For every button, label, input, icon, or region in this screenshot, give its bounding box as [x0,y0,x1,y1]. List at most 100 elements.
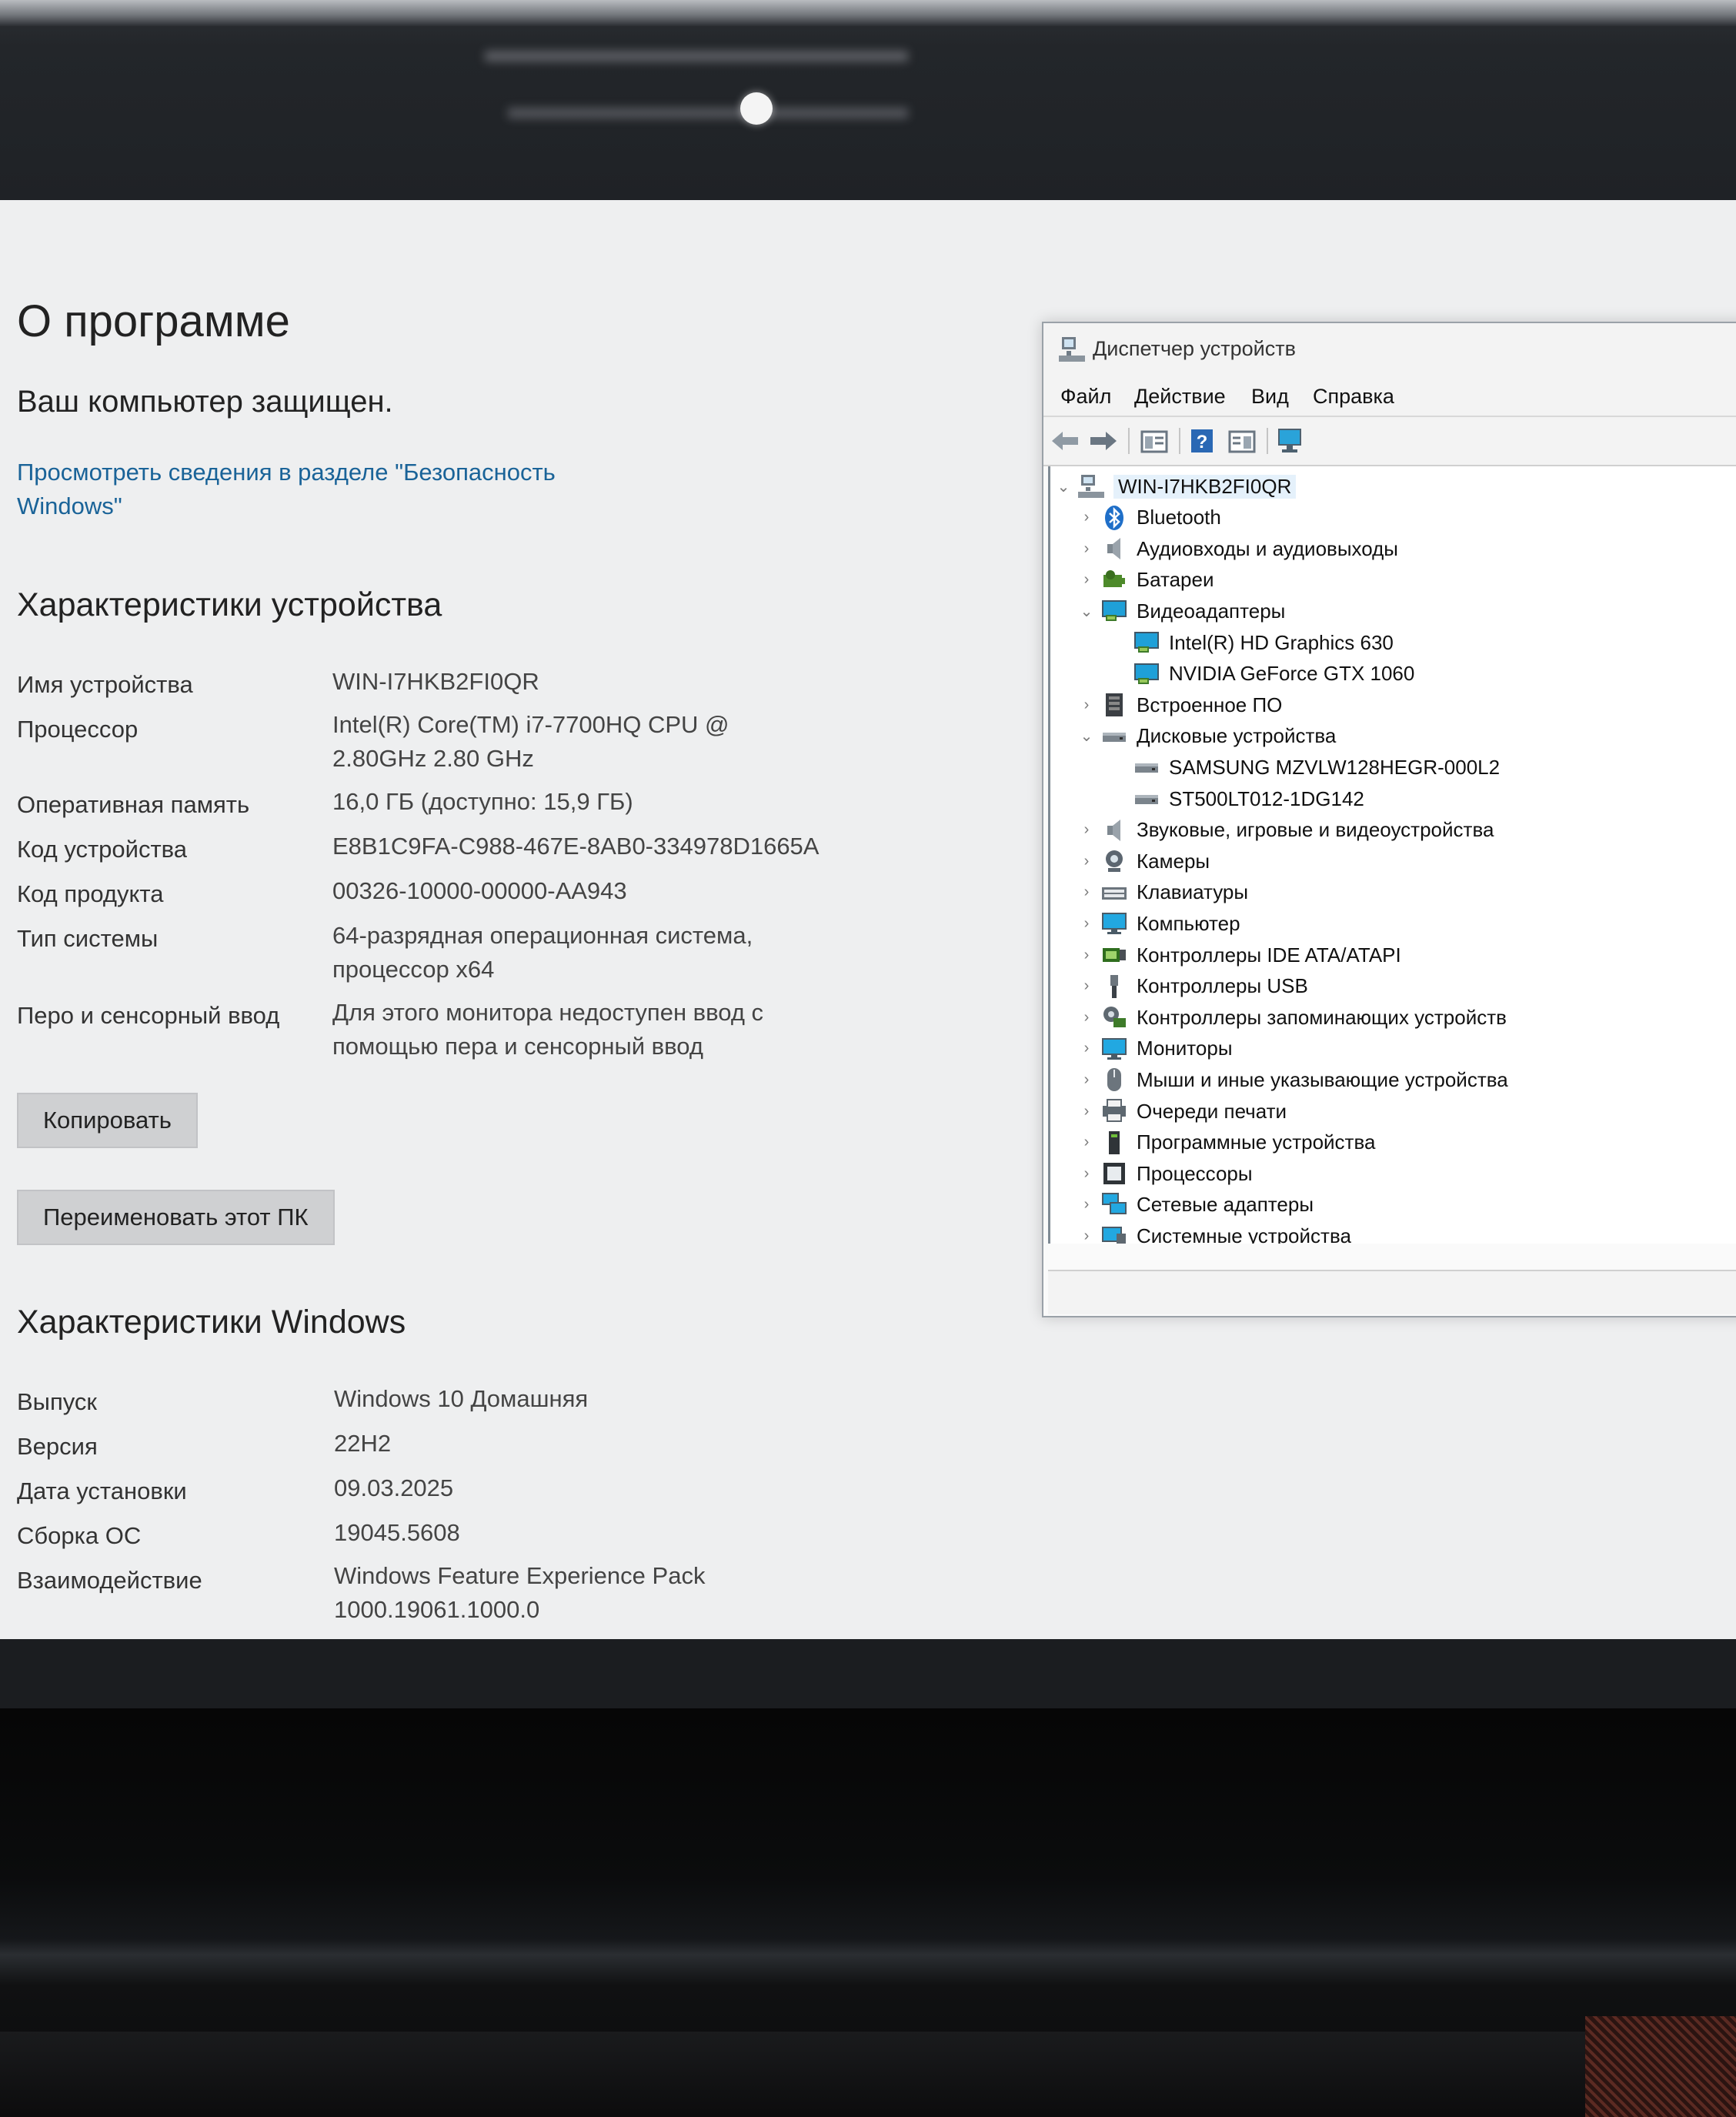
tree-category[interactable]: › Процессоры [1077,1158,1253,1189]
chevron-right-icon[interactable]: › [1077,821,1097,839]
menu-action[interactable]: Действие [1134,385,1226,409]
tree-category[interactable]: › Звуковые, игровые и видеоустройства [1077,815,1494,846]
tree-item-label: Мониторы [1137,1037,1233,1060]
laptop-vent [1585,2016,1736,2117]
chevron-right-icon[interactable]: › [1077,1040,1097,1057]
tree-item-label: Сетевые адаптеры [1137,1193,1314,1217]
tree-category[interactable]: › Контроллеры запоминающих устройств [1077,1002,1507,1033]
tree-item-label: NVIDIA GeForce GTX 1060 [1169,662,1415,686]
tree-category[interactable]: › Мыши и иные указывающие устройства [1077,1064,1508,1095]
chevron-right-icon[interactable]: › [1077,1134,1097,1151]
win-value-build: 19045.5608 [334,1519,460,1546]
tree-item-label: Очереди печати [1137,1099,1287,1123]
display-adapter-icon [1133,661,1160,687]
chevron-down-icon[interactable]: ⌄ [1077,602,1097,621]
disk-icon [1101,723,1127,750]
tree-category[interactable]: › Bluetooth [1077,503,1221,533]
tree-device[interactable]: NVIDIA GeForce GTX 1060 [1109,659,1414,690]
update-driver-icon[interactable] [1227,426,1257,456]
laptop-lid-edge [0,0,1736,26]
device-manager-window[interactable]: Диспетчер устройств Файл Действие Вид Сп… [1042,322,1736,1317]
tree-device[interactable]: Intel(R) HD Graphics 630 [1109,627,1394,658]
chevron-right-icon[interactable]: › [1077,1196,1097,1214]
chevron-down-icon[interactable]: ⌄ [1077,726,1097,746]
tree-item-label: Процессоры [1137,1161,1253,1185]
tree-category[interactable]: › Сетевые адаптеры [1077,1190,1314,1220]
chevron-right-icon[interactable]: › [1077,696,1097,714]
help-icon[interactable]: ? [1187,426,1217,456]
security-details-link[interactable]: Просмотреть сведения в разделе "Безопасн… [17,456,617,523]
spec-label-ram: Оперативная память [17,791,250,818]
copy-button[interactable]: Копировать [17,1093,198,1148]
tree-device[interactable]: SAMSUNG MZVLW128HEGR-000L2 [1109,752,1500,783]
chevron-right-icon[interactable]: › [1077,571,1097,589]
tree-item-label: Системные устройства [1137,1224,1351,1244]
title-bar[interactable]: Диспетчер устройств [1043,323,1736,377]
spec-value-ram: 16,0 ГБ (доступно: 15,9 ГБ) [332,788,633,815]
win-value-version: 22H2 [334,1430,392,1457]
win-label-experience: Взаимодействие [17,1567,202,1594]
tree-category[interactable]: › Камеры [1077,846,1210,877]
chevron-right-icon[interactable]: › [1077,1103,1097,1120]
scan-hardware-icon[interactable] [1276,426,1307,456]
toolbar: ? [1043,417,1736,466]
tree-item-label: Компьютер [1137,911,1240,935]
tree-item-label: Дисковые устройства [1137,724,1337,748]
tree-item-label: Программные устройства [1137,1130,1376,1154]
properties-icon[interactable] [1139,426,1170,456]
tree-category[interactable]: ⌄ Дисковые устройства [1077,721,1337,752]
menu-help[interactable]: Справка [1313,385,1394,409]
back-arrow-icon[interactable] [1050,426,1080,456]
tree-category[interactable]: › Очереди печати [1077,1096,1287,1127]
tree-category[interactable]: › Клавиатуры [1077,877,1248,908]
tree-item-label: SAMSUNG MZVLW128HEGR-000L2 [1169,755,1501,779]
tree-category[interactable]: › Компьютер [1077,908,1240,939]
tree-category[interactable]: › Батареи [1077,565,1214,596]
chevron-right-icon[interactable]: › [1077,853,1097,870]
security-status-text: Ваш компьютер защищен. [17,385,393,419]
chevron-down-icon[interactable]: ⌄ [1053,477,1073,496]
chevron-right-icon[interactable]: › [1077,1009,1097,1027]
chevron-right-icon[interactable]: › [1077,915,1097,933]
chevron-right-icon[interactable]: › [1077,1165,1097,1183]
chevron-right-icon[interactable]: › [1077,509,1097,526]
monitor-icon [1101,1036,1127,1062]
tree-category[interactable]: ⌄ Видеоадаптеры [1077,596,1286,626]
tree-item-label: Bluetooth [1137,506,1221,529]
menu-file[interactable]: Файл [1060,385,1111,409]
tree-category[interactable]: › Аудиовходы и аудиовыходы [1077,533,1398,564]
tree-root-computer[interactable]: ⌄ WIN-I7HKB2FI0QR [1053,471,1297,502]
tree-category[interactable]: › Мониторы [1077,1033,1233,1064]
screen: О программе Ваш компьютер защищен. Просм… [0,200,1736,1639]
tree-item-label: ST500LT012-1DG142 [1169,786,1364,810]
tree-category[interactable]: › Контроллеры USB [1077,971,1308,1002]
software-device-icon [1101,1130,1127,1156]
tree-category[interactable]: › Контроллеры IDE ATA/ATAPI [1077,940,1401,970]
device-manager-icon [1059,337,1085,362]
device-specs-heading: Характеристики устройства [17,586,442,623]
chevron-right-icon[interactable]: › [1077,1227,1097,1244]
chevron-right-icon[interactable]: › [1077,540,1097,558]
device-tree[interactable]: ⌄ WIN-I7HKB2FI0QR › Bluetooth › Аудиовходы и … [1048,466,1736,1244]
tree-item-label: Аудиовходы и аудиовыходы [1137,536,1398,560]
tree-category[interactable]: › Встроенное ПО [1077,690,1282,720]
window-title: Диспетчер устройств [1093,337,1296,360]
chevron-right-icon[interactable]: › [1077,947,1097,964]
screen-glare [485,51,908,62]
rename-pc-button[interactable]: Переименовать этот ПК [17,1190,335,1245]
tree-item-label: Intel(R) HD Graphics 630 [1169,630,1394,654]
chevron-right-icon[interactable]: › [1077,1071,1097,1089]
menu-view[interactable]: Вид [1251,385,1289,409]
spec-label-pen-touch: Перо и сенсорный ввод [17,1002,280,1029]
tree-category[interactable]: › Системные устройства [1077,1220,1351,1244]
webcam-light [740,92,773,125]
windows-specs-heading: Характеристики Windows [17,1304,406,1341]
menu-bar: Файл Действие Вид Справка [1043,377,1736,417]
chevron-right-icon[interactable]: › [1077,977,1097,995]
tree-category[interactable]: › Программные устройства [1077,1127,1375,1158]
network-icon [1101,1192,1127,1218]
storage-controller-icon [1101,1004,1127,1030]
tree-device[interactable]: ST500LT012-1DG142 [1109,783,1364,814]
forward-arrow-icon[interactable] [1088,426,1119,456]
chevron-right-icon[interactable]: › [1077,883,1097,901]
